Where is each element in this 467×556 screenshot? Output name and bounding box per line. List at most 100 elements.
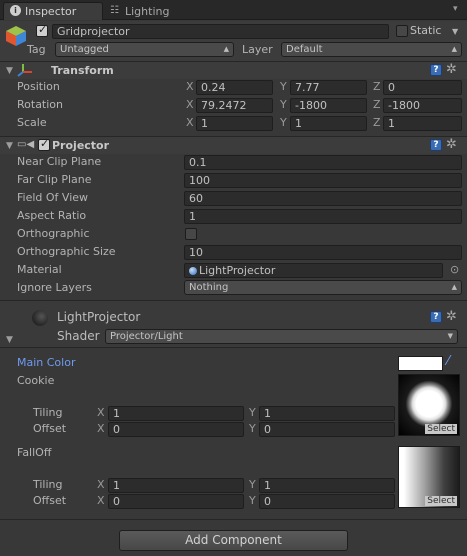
orthographic-label: Orthographic xyxy=(17,227,90,240)
axis-x-label: X xyxy=(186,116,194,129)
static-dropdown-icon[interactable]: ▼ xyxy=(452,27,458,36)
falloff-tiling-label: Tiling xyxy=(33,478,63,491)
aspect-label: Aspect Ratio xyxy=(17,209,87,222)
projector-fold-icon[interactable]: ▼ xyxy=(6,140,13,152)
projector-title: Projector xyxy=(52,139,110,152)
axis-z-label: Z xyxy=(373,116,381,129)
transform-fold-icon[interactable]: ▼ xyxy=(6,65,13,77)
falloff-texture-slot[interactable]: Select xyxy=(398,446,460,508)
cookie-tiling-x-field[interactable]: 1 xyxy=(108,406,244,421)
near-clip-field[interactable]: 0.1 xyxy=(184,155,462,170)
layer-value: Default xyxy=(286,44,323,55)
material-label: Material xyxy=(17,263,62,276)
gameobject-cube-icon xyxy=(5,25,27,47)
orthographic-checkbox[interactable] xyxy=(185,228,197,240)
eyedropper-icon[interactable]: ⁄ xyxy=(447,354,449,369)
shader-label: Shader xyxy=(57,329,100,343)
position-label: Position xyxy=(17,80,60,93)
ignore-layers-dropdown[interactable]: Nothing ▲ xyxy=(184,280,462,295)
position-z-field[interactable]: 0 xyxy=(383,80,462,95)
tab-inspector-label: Inspector xyxy=(25,5,77,18)
ortho-size-field[interactable]: 10 xyxy=(184,245,462,260)
transform-axes-icon xyxy=(17,63,33,77)
rotation-x-field[interactable]: 79.2472 xyxy=(196,98,273,113)
axis-x-label: X xyxy=(97,406,105,419)
aspect-field[interactable]: 1 xyxy=(184,209,462,224)
falloff-tiling-x-field[interactable]: 1 xyxy=(108,478,244,493)
scale-y-field[interactable]: 1 xyxy=(290,116,367,131)
transform-help-icon[interactable]: ? xyxy=(430,64,442,76)
far-clip-field[interactable]: 100 xyxy=(184,173,462,188)
rotation-z-field[interactable]: -1800 xyxy=(383,98,462,113)
falloff-offset-x-field[interactable]: 0 xyxy=(108,494,244,509)
axis-x-label: X xyxy=(97,494,105,507)
projector-enabled-checkbox[interactable] xyxy=(38,137,50,151)
shader-dropdown[interactable]: Projector/Light ▼ xyxy=(105,329,458,344)
tab-inspector[interactable]: i Inspector xyxy=(3,2,103,20)
divider xyxy=(0,519,467,520)
axis-y-label: Y xyxy=(280,98,287,111)
scale-label: Scale xyxy=(17,116,47,129)
falloff-offset-y-field[interactable]: 0 xyxy=(259,494,395,509)
shader-value: Projector/Light xyxy=(110,331,183,342)
tag-label: Tag xyxy=(27,43,46,56)
material-sphere-icon xyxy=(189,267,197,275)
projector-gear-icon[interactable]: ✲ xyxy=(446,138,457,151)
axis-y-label: Y xyxy=(249,478,256,491)
tag-arrow-icon: ▲ xyxy=(223,45,229,53)
position-y-field[interactable]: 7.77 xyxy=(290,80,367,95)
tag-dropdown[interactable]: Untagged ▲ xyxy=(55,42,234,57)
fov-field[interactable]: 60 xyxy=(184,191,462,206)
axis-y-label: Y xyxy=(249,406,256,419)
falloff-tiling-y-field[interactable]: 1 xyxy=(259,478,395,493)
divider xyxy=(0,347,467,348)
axis-z-label: Z xyxy=(373,98,381,111)
material-picker-icon[interactable]: ⊙ xyxy=(450,263,459,276)
material-fold-icon[interactable]: ▼ xyxy=(6,334,13,346)
cookie-select-button[interactable]: Select xyxy=(425,424,457,434)
fov-label: Field Of View xyxy=(17,191,89,204)
layer-label: Layer xyxy=(242,43,273,56)
ignore-layers-label: Ignore Layers xyxy=(17,281,92,294)
object-name-field[interactable]: Gridprojector xyxy=(52,24,389,39)
cookie-tiling-y-field[interactable]: 1 xyxy=(259,406,395,421)
main-color-swatch[interactable] xyxy=(398,356,443,371)
material-value: LightProjector xyxy=(199,264,276,277)
main-color-label: Main Color xyxy=(17,356,76,369)
projector-help-icon[interactable]: ? xyxy=(430,139,442,151)
add-component-button[interactable]: Add Component xyxy=(119,530,348,551)
material-help-icon[interactable]: ? xyxy=(430,311,442,323)
axis-x-label: X xyxy=(186,80,194,93)
axis-x-label: X xyxy=(97,478,105,491)
material-field[interactable]: LightProjector xyxy=(184,263,443,278)
info-icon: i xyxy=(10,5,21,16)
material-preview-icon xyxy=(32,310,48,326)
position-x-field[interactable]: 0.24 xyxy=(196,80,273,95)
rotation-y-field[interactable]: -1800 xyxy=(290,98,367,113)
tag-value: Untagged xyxy=(60,44,109,55)
cookie-offset-x-field[interactable]: 0 xyxy=(108,422,244,437)
scale-x-field[interactable]: 1 xyxy=(196,116,273,131)
static-checkbox[interactable] xyxy=(396,25,408,37)
cookie-texture-slot[interactable]: Select xyxy=(398,374,460,436)
tab-menu-icon[interactable]: ▾ xyxy=(453,4,458,14)
cookie-offset-y-field[interactable]: 0 xyxy=(259,422,395,437)
lighting-icon: ☷ xyxy=(110,5,119,16)
projector-icon: ▭◀ xyxy=(17,139,35,150)
active-checkbox[interactable] xyxy=(36,23,48,37)
layer-dropdown[interactable]: Default ▲ xyxy=(281,42,462,57)
tab-lighting-label: Lighting xyxy=(125,5,170,18)
far-clip-label: Far Clip Plane xyxy=(17,173,92,186)
transform-gear-icon[interactable]: ✲ xyxy=(446,63,457,76)
material-name: LightProjector xyxy=(57,310,141,324)
falloff-select-button[interactable]: Select xyxy=(425,496,457,506)
static-label: Static xyxy=(410,24,442,37)
material-gear-icon[interactable]: ✲ xyxy=(446,310,457,323)
transform-title: Transform xyxy=(51,64,114,77)
tab-lighting[interactable]: ☷ Lighting xyxy=(104,2,204,20)
axis-x-label: X xyxy=(97,422,105,435)
layer-arrow-icon: ▲ xyxy=(451,45,457,53)
scale-z-field[interactable]: 1 xyxy=(383,116,462,131)
ignore-arrow-icon: ▲ xyxy=(451,283,457,291)
rotation-label: Rotation xyxy=(17,98,64,111)
